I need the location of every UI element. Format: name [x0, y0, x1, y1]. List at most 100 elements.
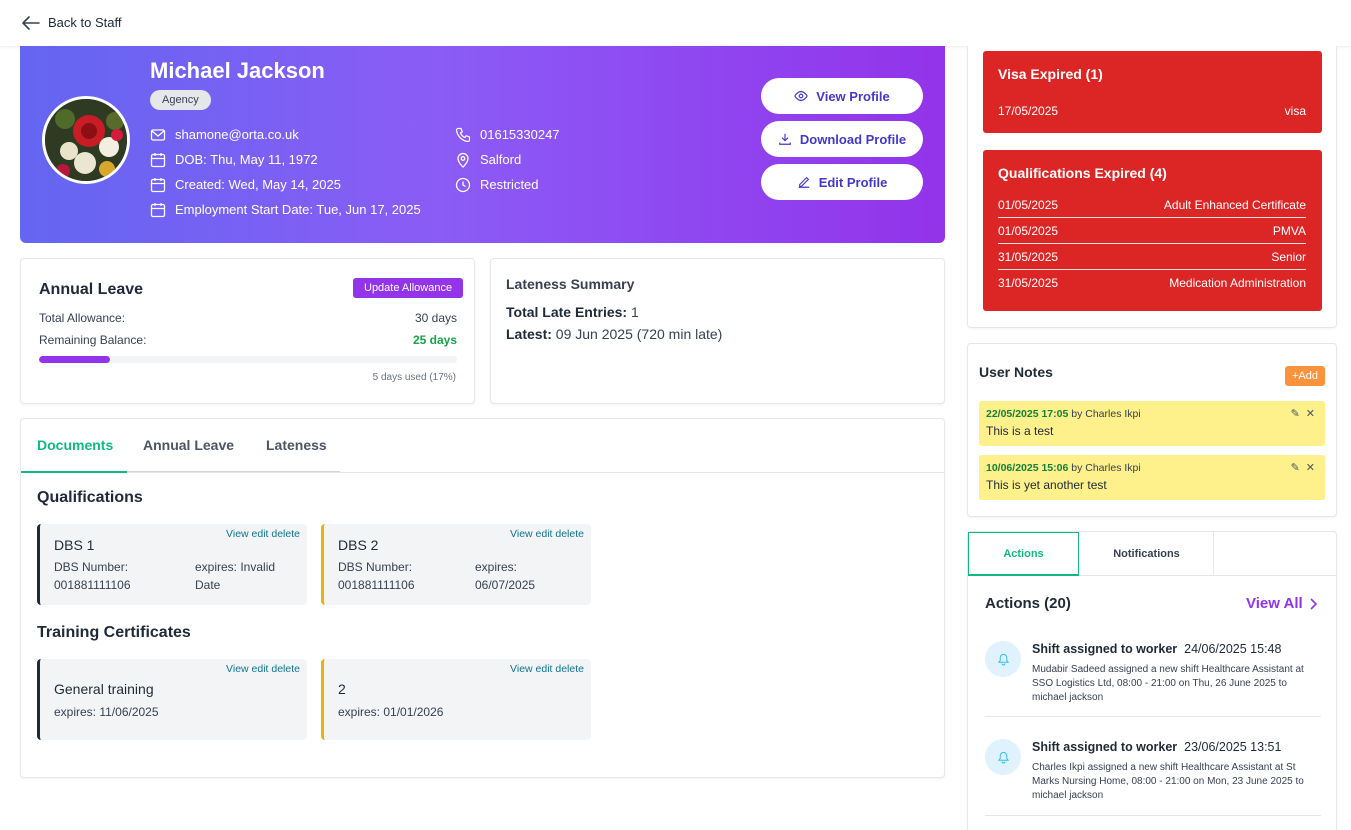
close-icon[interactable]: ✕	[1306, 407, 1315, 420]
annual-leave-title: Annual Leave	[39, 281, 144, 298]
profile-actions: View Profile Download Profile Edit Profi…	[761, 78, 923, 200]
update-allowance-button[interactable]: Update Allowance	[353, 278, 464, 298]
latest-label: Latest:	[506, 326, 552, 342]
view-all-link[interactable]: View All	[1246, 595, 1317, 612]
visa-expired-title: Visa Expired (1)	[998, 66, 1103, 82]
late-entries-label: Total Late Entries:	[506, 304, 628, 320]
profile-header: Michael Jackson Agency shamone@orta.co.u…	[20, 46, 945, 243]
doc-number: 001881111106	[338, 578, 415, 592]
pencil-icon[interactable]: ✎	[1291, 407, 1300, 420]
alert-date: 31/05/2025	[998, 276, 1059, 290]
total-allowance-row: Total Allowance: 30 days	[39, 311, 457, 325]
eye-icon	[794, 91, 809, 101]
leave-used-note: 5 days used (17%)	[372, 372, 456, 383]
note-text: This is yet another test	[986, 478, 1107, 492]
download-profile-label: Download Profile	[799, 131, 907, 147]
action-item[interactable]: Shift assigned to worker 23/06/2025 13:5…	[985, 729, 1321, 816]
doc-expires-value: Date	[195, 578, 221, 592]
tab-actions[interactable]: Actions	[968, 532, 1079, 576]
note-item: 22/05/2025 17:05 by Charles Ikpi This is…	[979, 401, 1325, 446]
view-profile-label: View Profile	[816, 88, 890, 104]
tab-annual-leave[interactable]: Annual Leave	[143, 437, 234, 453]
tab-lateness[interactable]: Lateness	[266, 437, 327, 453]
email-row: shamone@orta.co.uk	[150, 126, 421, 143]
close-icon[interactable]: ✕	[1306, 461, 1315, 474]
lateness-summary-card: Lateness Summary Total Late Entries: 1 L…	[490, 258, 945, 404]
location-row: Salford	[455, 151, 560, 168]
actions-title: Actions (20)	[985, 595, 1071, 612]
training-card: View edit delete General training expire…	[37, 659, 307, 740]
phone-row: 01615330247	[455, 126, 560, 143]
view-all-label: View All	[1246, 595, 1303, 612]
alert-row: 17/05/2025 visa	[998, 98, 1306, 124]
alert-item: visa	[1284, 104, 1306, 118]
total-allowance-value: 30 days	[414, 311, 457, 325]
role-badge: Agency	[150, 90, 211, 110]
expiry-alerts-card: Visa Expired (1) 17/05/2025 visa Qualifi…	[967, 46, 1337, 328]
documents-tabs: Documents Annual Leave Lateness	[21, 419, 944, 473]
doc-actions-link[interactable]: View edit delete	[226, 528, 300, 540]
dob-row: DOB: Thu, May 11, 1972	[150, 151, 421, 168]
email-value: shamone@orta.co.uk	[175, 127, 299, 142]
tab-divider	[1213, 532, 1214, 576]
alert-item: Senior	[1271, 249, 1306, 264]
doc-name: General training	[54, 681, 154, 697]
alert-item: PMVA	[1272, 223, 1306, 238]
created-value: Created: Wed, May 14, 2025	[175, 177, 341, 192]
pencil-icon[interactable]: ✎	[1291, 461, 1300, 474]
latest-row: Latest: 09 Jun 2025 (720 min late)	[506, 326, 722, 342]
back-label: Back to Staff	[48, 15, 122, 30]
note-item: 10/06/2025 15:06 by Charles Ikpi This is…	[979, 455, 1325, 500]
doc-expires: expires: 01/01/2026	[338, 705, 444, 719]
note-timestamp: 10/06/2025 15:06	[986, 462, 1069, 474]
qualifications-expired-alert: Qualifications Expired (4) 01/05/2025 Ad…	[983, 150, 1322, 311]
phone-value: 01615330247	[480, 127, 560, 142]
tab-notifications[interactable]: Notifications	[1079, 532, 1214, 576]
edit-profile-button[interactable]: Edit Profile	[761, 164, 923, 200]
note-author: by Charles Ikpi	[1071, 462, 1141, 474]
doc-expires-label: expires: Invalid	[195, 560, 276, 574]
download-profile-button[interactable]: Download Profile	[761, 121, 923, 157]
doc-number-label: DBS Number:	[54, 560, 129, 574]
calendar-icon	[150, 202, 166, 217]
profile-info-right: 01615330247 Salford Restricted	[455, 126, 560, 193]
tab-documents[interactable]: Documents	[37, 437, 113, 453]
action-title: Shift assigned to worker	[1032, 642, 1178, 656]
late-entries-value: 1	[630, 304, 639, 320]
alert-item: Medication Administration	[1169, 276, 1306, 290]
back-to-staff-link[interactable]: Back to Staff	[22, 15, 121, 30]
calendar-icon	[150, 152, 166, 167]
qualification-card: View edit delete DBS 2 DBS Number: 00188…	[321, 524, 591, 605]
action-heading: Shift assigned to worker 24/06/2025 15:4…	[1032, 642, 1281, 656]
add-note-button[interactable]: +Add	[1285, 366, 1325, 386]
late-entries-row: Total Late Entries: 1	[506, 304, 639, 320]
alert-date: 01/05/2025	[998, 223, 1059, 238]
action-body: Mudabir Sadeed assigned a new shift Heal…	[1032, 664, 1304, 703]
action-time: 24/06/2025 15:48	[1184, 642, 1282, 656]
alert-date: 31/05/2025	[998, 249, 1059, 264]
qualification-card: View edit delete DBS 1 DBS Number: 00188…	[37, 524, 307, 605]
remaining-balance-value: 25 days	[412, 333, 457, 347]
doc-expires-label: expires:	[475, 560, 518, 574]
lateness-title: Lateness Summary	[506, 276, 635, 292]
action-time: 23/06/2025 13:51	[1184, 740, 1282, 754]
note-actions: ✎ ✕	[1291, 461, 1315, 474]
doc-actions-link[interactable]: View edit delete	[510, 528, 584, 540]
mail-icon	[150, 128, 166, 141]
view-profile-button[interactable]: View Profile	[761, 78, 923, 114]
calendar-icon	[150, 177, 166, 192]
created-row: Created: Wed, May 14, 2025	[150, 176, 421, 193]
staff-name: Michael Jackson	[150, 58, 325, 83]
profile-info-left: shamone@orta.co.uk DOB: Thu, May 11, 197…	[150, 126, 421, 218]
edit-icon	[798, 176, 809, 188]
doc-actions-link[interactable]: View edit delete	[226, 663, 300, 675]
action-item[interactable]: Shift assigned to worker 24/06/2025 15:4…	[985, 631, 1321, 717]
bell-icon	[985, 641, 1021, 677]
note-meta: 10/06/2025 15:06 by Charles Ikpi	[986, 462, 1141, 474]
doc-name: DBS 1	[54, 537, 95, 553]
doc-actions-link[interactable]: View edit delete	[510, 663, 584, 675]
latest-value: 09 Jun 2025 (720 min late)	[555, 326, 723, 342]
activity-tabs: Actions Notifications	[968, 532, 1336, 576]
doc-number-label: DBS Number:	[338, 560, 413, 574]
phone-icon	[455, 127, 471, 142]
